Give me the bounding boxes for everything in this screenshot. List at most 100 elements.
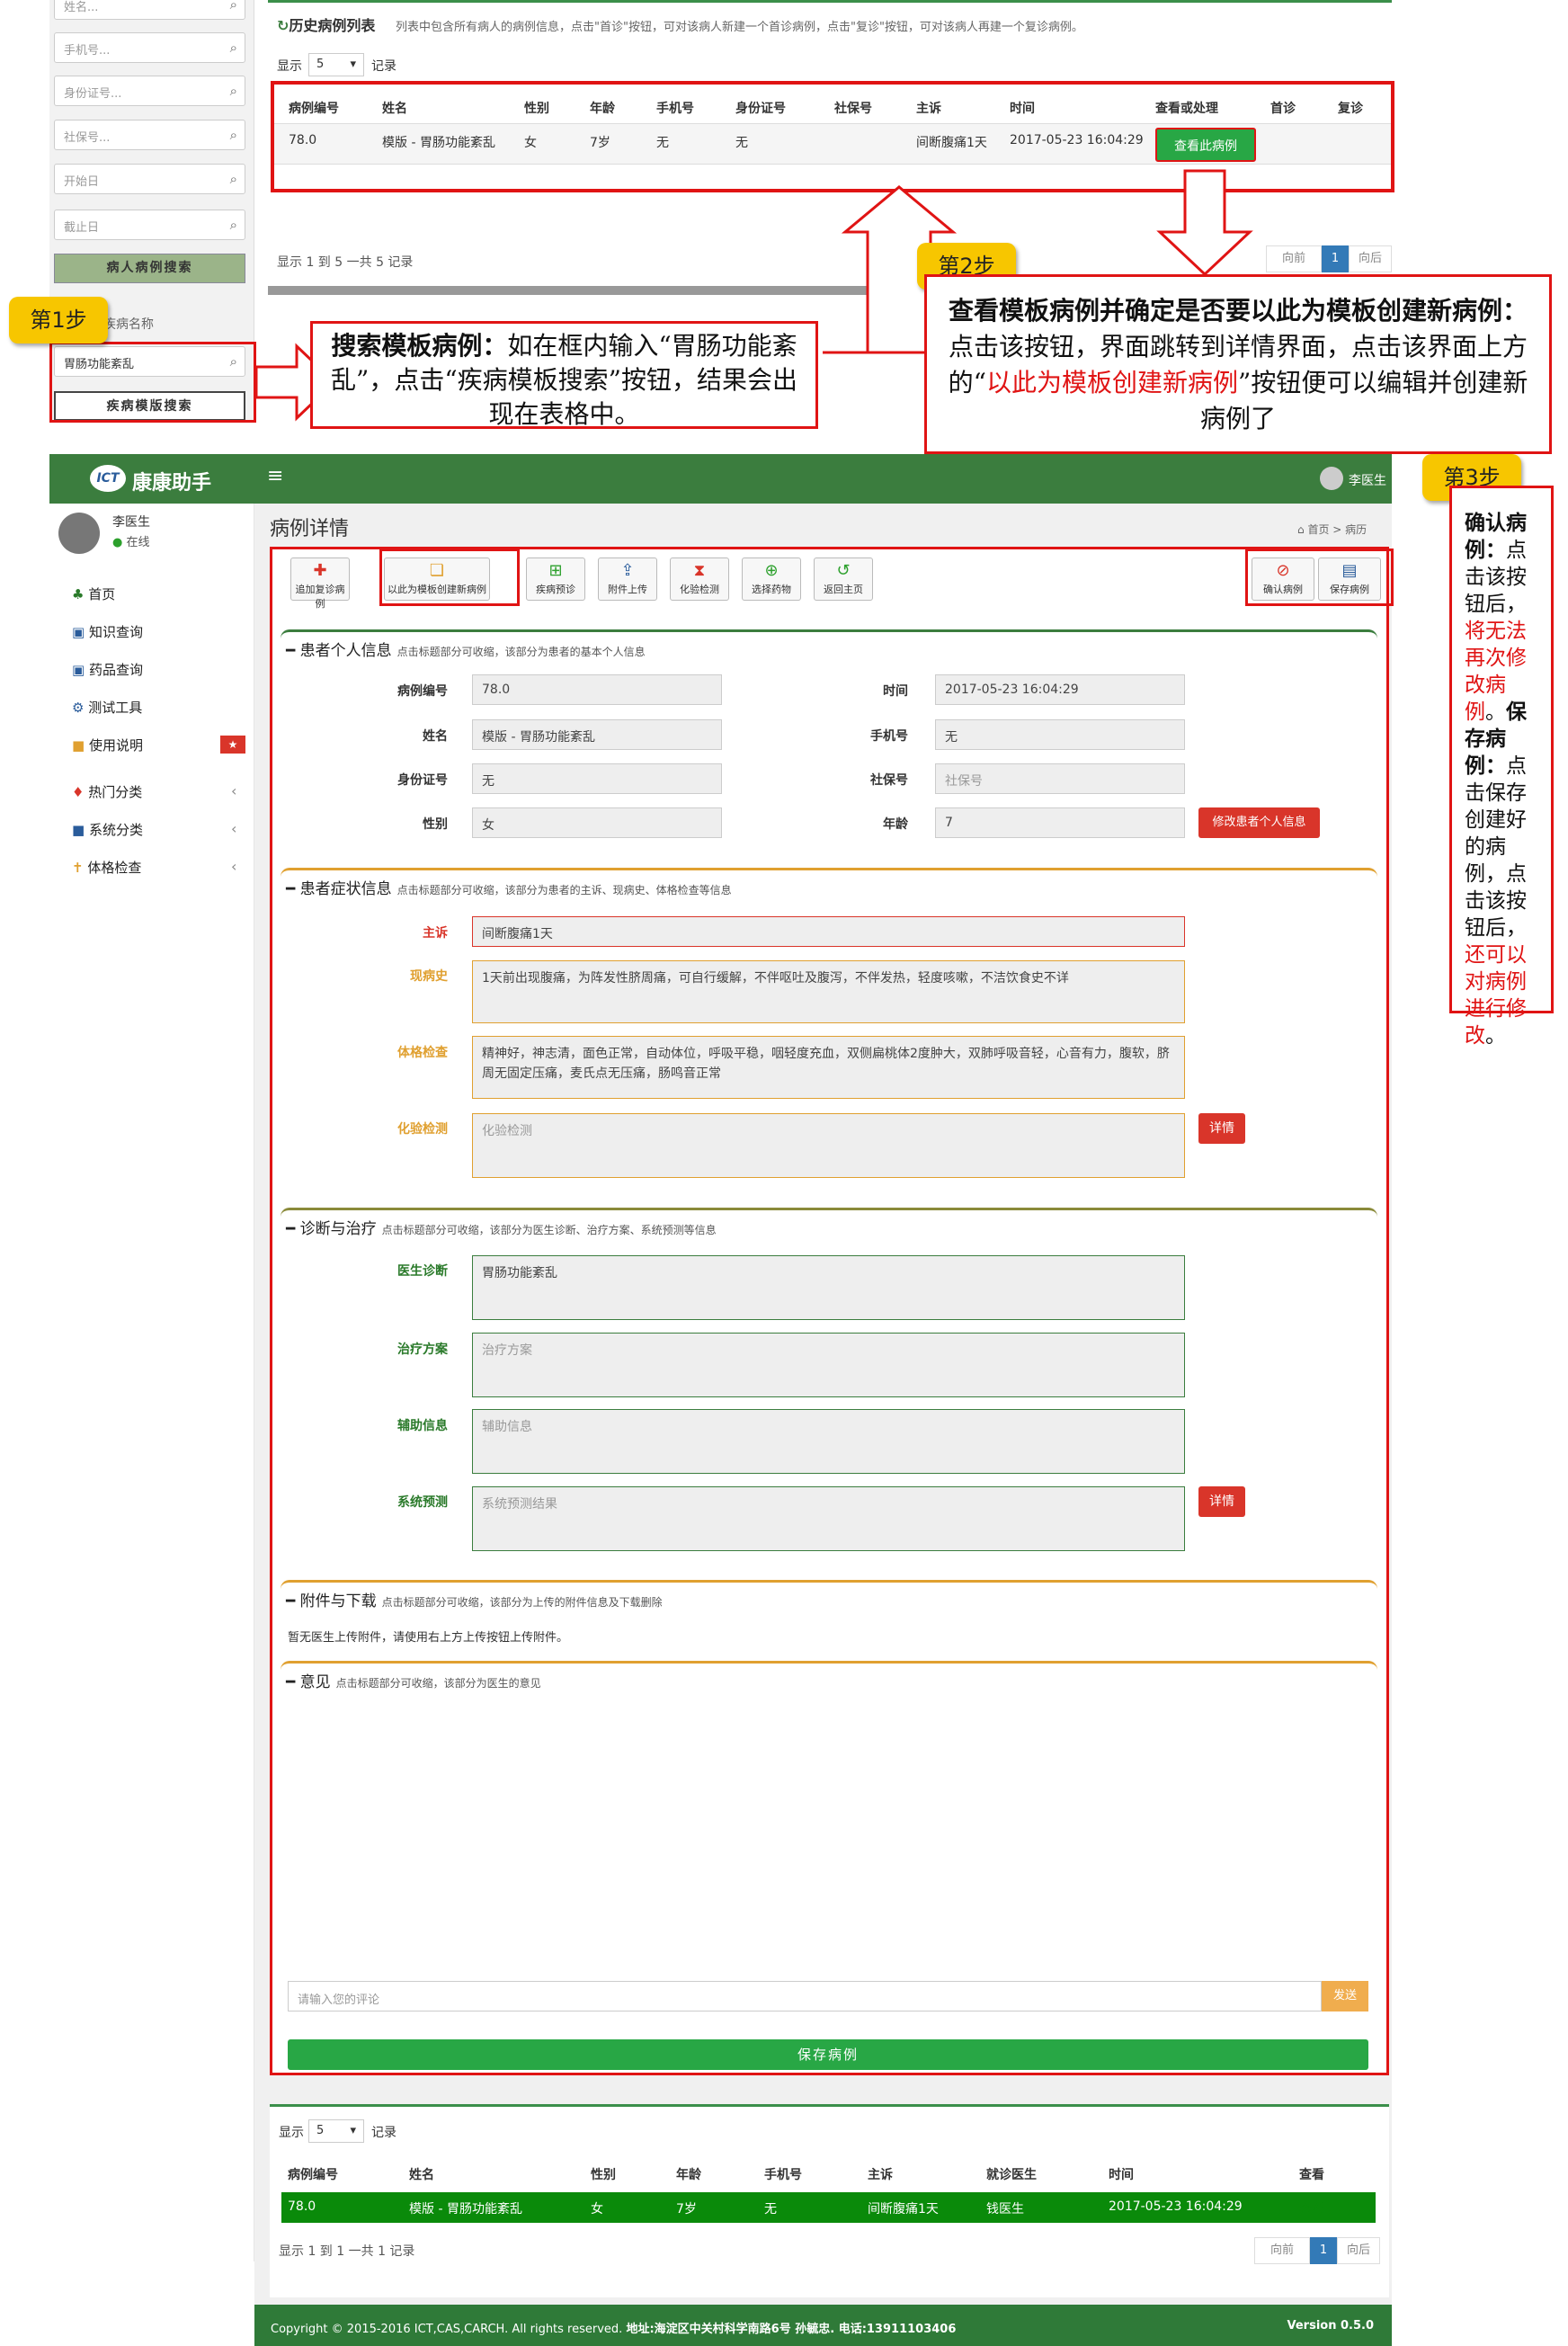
lab-field[interactable]: 化验检测 — [472, 1113, 1185, 1178]
save-icon: ▤ — [1341, 561, 1358, 580]
app-header: ICT 康康助手 ≡ 李医生 — [49, 454, 1392, 504]
save-case-button[interactable]: 保存病例 — [288, 2039, 1368, 2070]
highlight-template-button — [379, 549, 520, 606]
breadcrumb: ⌂ 首页 > 病历 — [1297, 523, 1368, 536]
upload-icon: ⇪ — [620, 561, 635, 580]
name-label: 姓名 — [423, 729, 448, 744]
nav-exam[interactable]: ✝ 体格检查 — [72, 858, 141, 877]
exam-label: 体格检查 — [397, 1046, 448, 1060]
col-case-no: 病例编号 — [288, 2168, 338, 2182]
length-label: 显示 — [279, 2126, 304, 2140]
col-gender: 性别 — [591, 2168, 616, 2182]
lab-detail-button[interactable]: 详情 — [1198, 1113, 1245, 1144]
fire-icon: ♦ — [72, 784, 85, 800]
chevron-left-icon: ‹ — [231, 782, 237, 799]
cell: 模版 - 胃肠功能紊乱 — [409, 2202, 522, 2217]
step1-badge: 第1步 — [9, 297, 108, 343]
version: Version 0.5.0 — [1287, 2319, 1375, 2333]
plan-label: 治疗方案 — [397, 1342, 448, 1357]
gender-field: 女 — [472, 807, 722, 838]
nav-home[interactable]: ♣ 首页 — [72, 584, 115, 603]
history-label: 现病史 — [410, 969, 448, 984]
send-button[interactable]: 发送 — [1322, 1981, 1368, 2011]
edit-personal-button[interactable]: 修改患者个人信息 — [1198, 807, 1320, 838]
step3-callout: 确认病例：点击该按钮后，将无法再次修改病例。保存病例：点击保存创建好的病例，点击… — [1449, 486, 1554, 1048]
medkit-icon: ⊕ — [764, 561, 779, 580]
cell: 间断腹痛1天 — [868, 2202, 939, 2217]
select-drug-button[interactable]: ⊕ 选择药物 — [742, 558, 801, 601]
col-complaint: 主诉 — [868, 2168, 893, 2182]
chevron-left-icon: ‹ — [231, 858, 237, 875]
footer: Copyright © 2015-2016 ICT,CAS,CARCH. All… — [254, 2305, 1392, 2346]
pred-label: 系统预测 — [397, 1495, 448, 1510]
step1-callout: 搜索模板病例：如在框内输入“胃肠功能紊乱”，点击“疾病模板搜索”按钮，结果会出现… — [310, 321, 818, 429]
cell: 2017-05-23 16:04:29 — [1109, 2199, 1243, 2214]
page-1-button[interactable]: 1 — [1310, 2237, 1337, 2264]
plan-field[interactable]: 治疗方案 — [472, 1333, 1185, 1397]
pred-field[interactable]: 系统预测结果 — [472, 1486, 1185, 1551]
step2-callout: 查看模板病例并确定是否要以此为模板创建新病例：点击该按钮，界面跳转到详情界面，点… — [924, 274, 1552, 454]
sidebar: 李医生 ● 在线 ♣ 首页 ▣ 知识查询 ▣ 药品查询 ⚙ 测试工具 ■ 使用说… — [49, 504, 254, 2261]
tool-icon: ⚙ — [72, 700, 85, 716]
col-name: 姓名 — [409, 2168, 434, 2182]
nav-knowledge[interactable]: ▣ 知识查询 — [72, 622, 143, 641]
attach-empty-text: 暂无医生上传附件，请使用右上方上传按钮上传附件。 — [288, 1631, 569, 1645]
nav-tools[interactable]: ⚙ 测试工具 — [72, 698, 142, 717]
view-link[interactable]: 查看 — [1299, 2199, 1324, 2217]
pre-diagnosis-button[interactable]: ⊞ 疾病预诊 — [526, 558, 585, 601]
history-field[interactable]: 1天前出现腹痛，为阵发性脐周痛，可自行缓解，不伴呕吐及腹泻，不伴发热，轻度咳嗽，… — [472, 960, 1185, 1023]
diag-label: 医生诊断 — [397, 1264, 448, 1279]
back-home-button[interactable]: ↺ 返回主页 — [814, 558, 873, 601]
save-case-top-button[interactable]: ▤ 保存病例 — [1318, 558, 1381, 601]
refresh-icon: ↺ — [836, 561, 851, 580]
diag-field[interactable]: 胃肠功能紊乱 — [472, 1255, 1185, 1320]
nav-drug[interactable]: ▣ 药品查询 — [72, 660, 143, 679]
pred-detail-button[interactable]: 详情 — [1198, 1486, 1245, 1517]
check-circle-icon: ⊘ — [1276, 561, 1290, 580]
brand-name: 康康助手 — [132, 472, 212, 495]
nav-system[interactable]: ■ 系统分类 — [72, 820, 143, 839]
cell: 7岁 — [676, 2202, 697, 2217]
next-page-button[interactable]: 向后 — [1337, 2237, 1380, 2264]
age-label: 年龄 — [883, 817, 908, 832]
comment-input[interactable]: 请输入您的评论 — [288, 1981, 1322, 2011]
phone-label: 手机号 — [870, 729, 908, 744]
cell: 钱医生 — [986, 2202, 1024, 2217]
nav-hot[interactable]: ♦ 热门分类 — [72, 782, 142, 801]
plus-icon: ✚ — [313, 561, 327, 580]
records-label: 记录 — [371, 2126, 396, 2140]
aux-field[interactable]: 辅助信息 — [472, 1409, 1185, 1474]
ss-field: 社保号 — [935, 763, 1185, 794]
copyright: Copyright © 2015-2016 ICT,CAS,CARCH. All… — [271, 2323, 957, 2336]
book-icon: ▣ — [72, 624, 85, 640]
upload-button[interactable]: ⇪ 附件上传 — [598, 558, 657, 601]
ss-label: 社保号 — [870, 773, 908, 788]
prev-page-button[interactable]: 向前 — [1254, 2237, 1310, 2264]
bottom-table-panel: 显示 5 ▾ 记录 病例编号 姓名 性别 年龄 手机号 主诉 就诊医生 时间 查看… — [270, 2104, 1389, 2297]
page-size-select[interactable]: 5 ▾ — [308, 2119, 364, 2143]
avatar[interactable] — [1320, 467, 1343, 490]
star-badge-icon: ★ — [220, 736, 245, 754]
cell: 无 — [764, 2202, 777, 2217]
attach-section[interactable]: ━ 附件与下载 点击标题部分可收缩，该部分为上传的附件信息及下载删除 — [281, 1580, 1377, 1661]
confirm-case-button[interactable]: ⊘ 确认病例 — [1252, 558, 1314, 601]
nav-manual[interactable]: ■ 使用说明 — [72, 736, 143, 754]
header-user[interactable]: 李医生 — [1349, 471, 1386, 489]
case-no-label: 病例编号 — [397, 684, 448, 699]
user-status: ● 在线 — [112, 536, 150, 549]
folder-icon: ■ — [72, 822, 85, 838]
home-icon: ♣ — [72, 586, 85, 602]
add-followup-button[interactable]: ✚ 追加复诊病例 — [290, 558, 350, 610]
menu-toggle-icon[interactable]: ≡ — [267, 465, 283, 487]
lab-test-button[interactable]: ⧗ 化验检测 — [670, 558, 729, 601]
hourglass-icon: ⧗ — [693, 561, 706, 580]
time-label: 时间 — [883, 684, 908, 699]
arrow-down-icon — [1156, 169, 1253, 277]
exam-field[interactable]: 精神好，神志清，面色正常，自动体位，呼吸平稳，咽轻度充血，双侧扁桃体2度肿大，双… — [472, 1036, 1185, 1099]
gender-label: 性别 — [423, 817, 448, 832]
name-field: 模版 - 胃肠功能紊乱 — [472, 719, 722, 750]
chevron-left-icon: ‹ — [231, 820, 237, 837]
col-view: 查看 — [1299, 2168, 1324, 2182]
chief-field[interactable]: 间断腹痛1天 — [472, 916, 1185, 947]
plus-square-icon: ⊞ — [548, 561, 563, 580]
